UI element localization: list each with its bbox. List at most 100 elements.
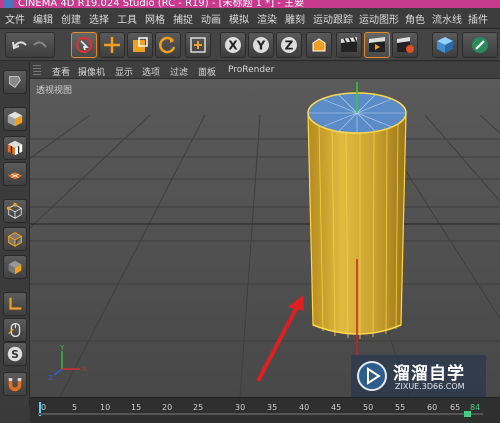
viewport-menu-view[interactable]: 查看 xyxy=(52,65,70,78)
window-title: CINEMA 4D R19.024 Studio (RC - R19) - [未… xyxy=(18,0,305,8)
panel-grip-icon[interactable] xyxy=(33,65,41,76)
render-to-picture-viewer-button[interactable] xyxy=(364,32,390,58)
timeline-tick: 30 xyxy=(235,403,246,412)
make-editable-icon xyxy=(9,76,21,89)
render-settings-button[interactable] xyxy=(392,32,418,58)
menu-motion-tracking[interactable]: 运动跟踪 xyxy=(313,11,353,26)
watermark-url: ZIXUE.3D66.COM xyxy=(395,382,465,391)
x-axis-button[interactable]: X xyxy=(220,32,246,58)
menu-file[interactable]: 文件 xyxy=(5,11,25,26)
mouse-icon xyxy=(8,323,21,337)
menu-bar: 文件 编辑 创建 选择 工具 网格 捕捉 动画 模拟 渲染 雕刻 运动跟踪 运动… xyxy=(0,8,500,29)
tweak-mode-button[interactable] xyxy=(3,318,27,342)
viewport-menu-prorender[interactable]: ProRender xyxy=(228,65,274,75)
x-axis-icon: X xyxy=(225,37,241,53)
viewport-menu-options[interactable]: 选项 xyxy=(142,65,160,78)
render-view-button[interactable] xyxy=(336,32,362,58)
menu-sculpt[interactable]: 雕刻 xyxy=(285,11,305,26)
menu-select[interactable]: 选择 xyxy=(89,11,109,26)
model-cube-icon xyxy=(7,111,23,127)
timeline-track[interactable] xyxy=(38,413,483,415)
workplane-mode-button[interactable] xyxy=(3,162,27,186)
edges-mode-button[interactable] xyxy=(3,227,27,251)
menu-edit[interactable]: 编辑 xyxy=(33,11,53,26)
menu-render[interactable]: 渲染 xyxy=(257,11,277,26)
enable-axis-button[interactable] xyxy=(3,292,27,316)
menu-animate[interactable]: 动画 xyxy=(201,11,221,26)
timeline[interactable]: 0 5 10 15 20 25 30 35 40 45 50 55 60 65 … xyxy=(30,397,500,423)
scale-icon xyxy=(133,37,148,52)
z-axis-button[interactable]: Z xyxy=(276,32,302,58)
checker-cube-icon xyxy=(7,140,23,156)
move-icon xyxy=(104,37,120,53)
y-axis-icon: Y xyxy=(253,37,269,53)
magnet-icon xyxy=(8,378,22,392)
y-axis-button[interactable]: Y xyxy=(248,32,274,58)
points-mode-button[interactable] xyxy=(3,199,27,223)
recent-tools-icon xyxy=(190,37,206,53)
pen-spline-button[interactable] xyxy=(462,32,498,58)
live-selection-icon xyxy=(76,37,92,53)
pen-icon xyxy=(472,37,488,53)
undo-redo-button[interactable] xyxy=(5,32,55,58)
timeline-tick: 25 xyxy=(193,403,204,412)
live-selection-button[interactable] xyxy=(71,32,97,58)
polygons-mode-button[interactable] xyxy=(3,255,27,279)
coordinate-system-button[interactable] xyxy=(306,32,332,58)
x-axis-label: X xyxy=(228,39,238,53)
viewport-label: 透视视图 xyxy=(36,86,73,96)
scale-button[interactable] xyxy=(127,32,153,58)
rotate-button[interactable] xyxy=(155,32,181,58)
timeline-end-label: 84 xyxy=(470,403,481,412)
viewport-menu-cameras[interactable]: 摄像机 xyxy=(78,65,105,78)
perspective-viewport[interactable]: Y X Z 透视视图 xyxy=(30,79,500,397)
watermark-title: 溜溜自学 xyxy=(393,364,465,384)
menu-tools[interactable]: 工具 xyxy=(117,11,137,26)
z-axis-icon: Z xyxy=(281,37,297,53)
points-cube-icon xyxy=(6,202,23,219)
solo-mode-button[interactable]: S xyxy=(3,342,27,366)
timeline-tick: 50 xyxy=(363,403,374,412)
menu-plugins[interactable]: 插件 xyxy=(468,11,488,26)
render-settings-icon xyxy=(397,37,414,53)
recent-tools-button[interactable] xyxy=(185,32,211,58)
move-button[interactable] xyxy=(99,32,125,58)
texture-mode-button[interactable] xyxy=(3,136,27,160)
menu-pipeline[interactable]: 流水线 xyxy=(432,11,462,26)
menu-simulate[interactable]: 模拟 xyxy=(229,11,249,26)
viewport-menu-display[interactable]: 显示 xyxy=(115,65,133,78)
svg-text:Z: Z xyxy=(48,374,53,382)
grid-plane-icon xyxy=(7,172,23,180)
clapboard-icon xyxy=(341,37,357,52)
cylinder-object[interactable] xyxy=(307,82,407,355)
timeline-tick: 45 xyxy=(331,403,342,412)
model-mode-button[interactable] xyxy=(3,107,27,131)
clapboard-play-icon xyxy=(369,37,385,52)
rotate-icon xyxy=(159,36,176,54)
y-axis-label: Y xyxy=(256,39,266,53)
timeline-tick: 20 xyxy=(162,403,173,412)
solo-s-icon: S xyxy=(7,346,23,362)
cube-primitive-button[interactable] xyxy=(432,32,458,58)
title-bar: CINEMA 4D R19.024 Studio (RC - R19) - [未… xyxy=(0,0,500,8)
make-editable-button[interactable] xyxy=(3,70,27,94)
svg-text:S: S xyxy=(11,348,19,361)
timeline-tick: 55 xyxy=(395,403,406,412)
menu-mograph[interactable]: 运动图形 xyxy=(359,11,399,26)
menu-snap[interactable]: 捕捉 xyxy=(173,11,193,26)
app-icon xyxy=(3,0,13,8)
undo-icon xyxy=(12,41,47,50)
polygons-cube-icon xyxy=(8,260,22,275)
world-coordinate-icon xyxy=(312,38,326,52)
viewport-menu-filter[interactable]: 过滤 xyxy=(170,65,188,78)
timeline-current-frame-marker[interactable] xyxy=(464,411,471,417)
menu-mesh[interactable]: 网格 xyxy=(145,11,165,26)
menu-character[interactable]: 角色 xyxy=(405,11,425,26)
viewport-menu-panel[interactable]: 面板 xyxy=(198,65,216,78)
timeline-tick: 60 xyxy=(427,403,438,412)
snapping-button[interactable] xyxy=(3,372,27,396)
watermark: 溜溜自学 ZIXUE.3D66.COM xyxy=(351,355,486,397)
axis-icon xyxy=(9,297,22,310)
menu-create[interactable]: 创建 xyxy=(61,11,81,26)
timeline-tick: 0 xyxy=(41,403,47,412)
